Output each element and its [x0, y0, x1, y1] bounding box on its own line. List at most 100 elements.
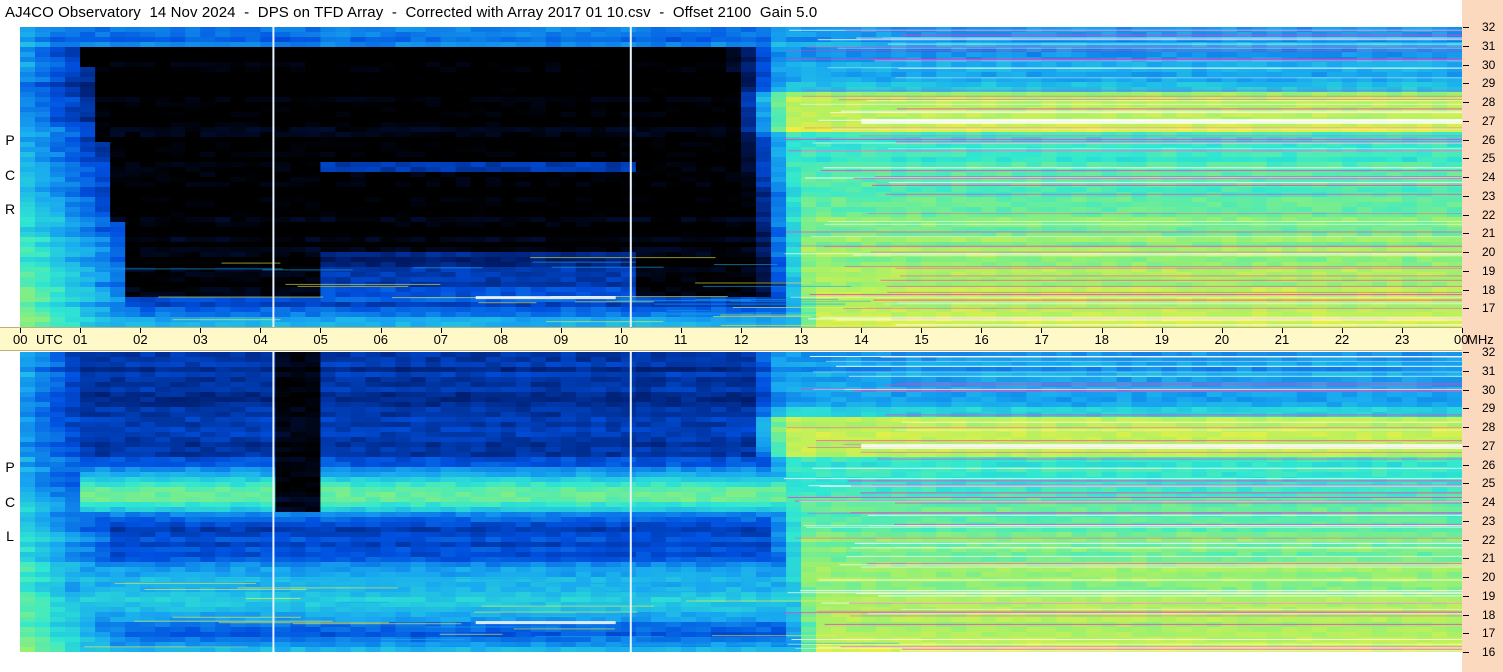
heatmap-cell	[695, 142, 712, 148]
heatmap-cell	[80, 202, 96, 208]
heatmap-cell	[620, 282, 637, 288]
heatmap-cell	[245, 202, 261, 208]
heatmap-cell	[425, 177, 442, 183]
heatmap-cell	[335, 52, 352, 58]
heatmap-cell	[1416, 152, 1433, 158]
heatmap-cell	[470, 77, 487, 83]
heatmap-cell	[275, 242, 291, 248]
heatmap-cell	[1206, 277, 1223, 283]
heatmap-cell	[305, 242, 322, 248]
heatmap-cell	[936, 187, 952, 193]
heatmap-cell	[1266, 272, 1283, 278]
heatmap-cell	[230, 27, 246, 33]
heatmap-cell	[710, 202, 727, 208]
heatmap-cell	[1311, 187, 1328, 193]
heatmap-cell	[725, 92, 742, 98]
heatmap-cell	[560, 277, 577, 283]
heatmap-cell	[695, 62, 712, 68]
heatmap-cell	[605, 37, 622, 43]
heatmap-cell	[1041, 207, 1058, 213]
heatmap-cell	[545, 247, 562, 253]
heatmap-cell	[846, 72, 862, 78]
heatmap-cell	[680, 152, 697, 158]
heatmap-cell	[695, 132, 712, 138]
heatmap-cell	[215, 47, 231, 53]
heatmap-cell	[380, 272, 397, 278]
heatmap-cell	[1326, 107, 1343, 113]
heatmap-cell	[1341, 132, 1358, 138]
heatmap-cell	[470, 147, 487, 153]
heatmap-cell	[485, 117, 502, 123]
heatmap-cell	[305, 107, 322, 113]
heatmap-cell	[1191, 207, 1208, 213]
heatmap-cell	[215, 177, 231, 183]
heatmap-cell	[1041, 62, 1058, 68]
heatmap-cell	[831, 27, 847, 33]
heatmap-cell	[485, 257, 502, 263]
heatmap-cell	[410, 132, 427, 138]
heatmap-cell	[485, 92, 502, 98]
heatmap-cell	[771, 72, 787, 78]
heatmap-cell	[620, 237, 637, 243]
heatmap-cell	[831, 252, 847, 258]
heatmap-cell	[771, 132, 787, 138]
heatmap-cell	[215, 202, 231, 208]
heatmap-cell	[1191, 212, 1208, 218]
heatmap-cell	[771, 272, 787, 278]
heatmap-cell	[635, 42, 652, 48]
heatmap-cell	[1206, 187, 1223, 193]
heatmap-cell	[335, 72, 352, 78]
heatmap-cell	[410, 247, 427, 253]
heatmap-cell	[1431, 152, 1448, 158]
heatmap-cell	[200, 37, 216, 43]
heatmap-cell	[65, 127, 81, 133]
heatmap-cell	[20, 137, 36, 143]
heatmap-cell	[921, 147, 937, 153]
heatmap-cell	[575, 72, 592, 78]
heatmap-cell	[741, 277, 757, 283]
heatmap-cell	[1431, 257, 1448, 263]
heatmap-cell	[395, 132, 412, 138]
heatmap-cell	[1086, 202, 1103, 208]
heatmap-cell	[575, 127, 592, 133]
heatmap-cell	[846, 247, 862, 253]
heatmap-cell	[110, 282, 126, 288]
heatmap-cell	[440, 87, 457, 93]
heatmap-cell	[80, 27, 96, 33]
heatmap-cell	[1431, 202, 1448, 208]
heatmap-cell	[1401, 277, 1418, 283]
heatmap-cell	[1011, 62, 1027, 68]
heatmap-cell	[996, 257, 1012, 263]
heatmap-cell	[125, 202, 141, 208]
heatmap-cell	[680, 212, 697, 218]
heatmap-cell	[1416, 162, 1433, 168]
heatmap-cell	[846, 157, 862, 163]
heatmap-cell	[20, 107, 36, 113]
heatmap-cell	[320, 187, 337, 193]
heatmap-cell	[335, 277, 352, 283]
heatmap-cell	[710, 192, 727, 198]
heatmap-cell	[485, 72, 502, 78]
heatmap-cell	[395, 212, 412, 218]
heatmap-cell	[725, 277, 742, 283]
heatmap-cell	[95, 77, 111, 83]
heatmap-cell	[80, 182, 96, 188]
heatmap-cell	[245, 272, 261, 278]
heatmap-cell	[1386, 197, 1403, 203]
heatmap-cell	[771, 247, 787, 253]
heatmap-cell	[1011, 207, 1027, 213]
heatmap-cell	[665, 107, 682, 113]
heatmap-cell	[290, 247, 306, 253]
heatmap-cell	[1146, 162, 1163, 168]
heatmap-cell	[891, 202, 907, 208]
heatmap-cell	[530, 27, 547, 33]
heatmap-cell	[170, 107, 186, 113]
heatmap-cell	[605, 252, 622, 258]
heatmap-cell	[290, 262, 306, 268]
heatmap-cell	[1296, 237, 1313, 243]
heatmap-cell	[50, 77, 66, 83]
heatmap-cell	[515, 27, 532, 33]
heatmap-cell	[50, 182, 66, 188]
heatmap-cell	[996, 162, 1012, 168]
heatmap-cell	[245, 77, 261, 83]
